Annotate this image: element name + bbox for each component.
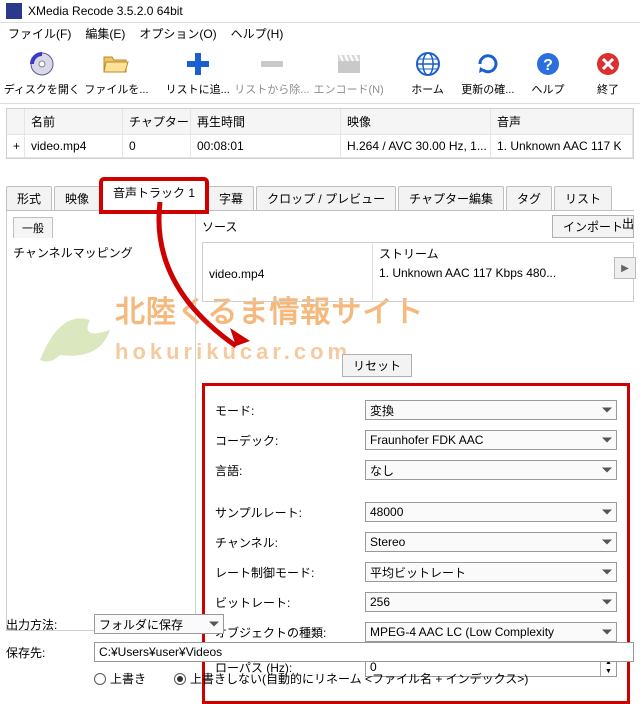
language-select[interactable]: なし [365, 460, 617, 480]
tab-audio-track-1[interactable]: 音声トラック 1 [102, 180, 206, 211]
clapper-icon [335, 50, 363, 78]
file-grid: 名前 チャプター 再生時間 映像 音声 + video.mp4 0 00:08:… [6, 108, 634, 159]
ratecontrol-select[interactable]: 平均ビットレート [365, 562, 617, 582]
tabs: 形式 映像 音声トラック 1 字幕 クロップ / プレビュー チャプター編集 タ… [6, 179, 634, 211]
stream-header: ストリーム [379, 245, 627, 262]
tool-remove-list[interactable]: リストから除... [232, 48, 311, 99]
output-method-label: 出力方法: [6, 616, 86, 633]
plus-icon [184, 50, 212, 78]
radio-icon [94, 673, 106, 685]
col-audio[interactable]: 音声 [491, 109, 633, 135]
bitrate-label: ビットレート: [215, 594, 365, 611]
expand-toggle[interactable]: + [7, 135, 25, 158]
tab-subtitles[interactable]: 字幕 [208, 186, 254, 210]
menu-edit[interactable]: 編集(E) [85, 25, 125, 42]
language-label: 言語: [215, 462, 365, 479]
output-label-trunc: 出 [622, 215, 634, 232]
tab-video[interactable]: 映像 [54, 186, 100, 210]
menu-options[interactable]: オプション(O) [139, 25, 216, 42]
tab-tags[interactable]: タグ [506, 186, 552, 210]
source-label: ソース [202, 218, 242, 235]
globe-icon [414, 50, 442, 78]
channel-label: チャンネル: [215, 534, 365, 551]
no-overwrite-radio[interactable]: 上書きしない(自動的にリネーム <ファイル名 + インデックス>) [174, 670, 528, 687]
tab-format[interactable]: 形式 [6, 186, 52, 210]
file-row[interactable]: + video.mp4 0 00:08:01 H.264 / AVC 30.00… [7, 135, 633, 158]
menu-file[interactable]: ファイル(F) [8, 25, 71, 42]
samplerate-label: サンプルレート: [215, 504, 365, 521]
tool-open-disc[interactable]: ディスクを開く [2, 48, 82, 99]
tool-open-file[interactable]: ファイルを... [82, 48, 152, 99]
toolbar: ディスクを開く ファイルを... リストに追... リストから除... エンコー… [0, 44, 640, 104]
play-icon: ▶ [621, 263, 629, 274]
menubar: ファイル(F) 編集(E) オプション(O) ヘルプ(H) [0, 23, 640, 44]
mode-label: モード: [215, 402, 365, 419]
next-stream-button[interactable]: ▶ [614, 257, 636, 279]
col-video[interactable]: 映像 [341, 109, 491, 135]
ratecontrol-label: レート制御モード: [215, 564, 365, 581]
tool-encode[interactable]: エンコード(N) [311, 48, 386, 99]
col-chapter[interactable]: チャプター [123, 109, 191, 135]
tab-list[interactable]: リスト [554, 186, 612, 210]
codec-label: コーデック: [215, 432, 365, 449]
subtab-general[interactable]: 一般 [13, 217, 53, 238]
minus-icon [258, 50, 286, 78]
output-area: 出力方法: フォルダに保存 保存先: C:¥Users¥user¥Videos … [6, 614, 634, 695]
tool-add-list[interactable]: リストに追... [163, 48, 233, 99]
output-method-select[interactable]: フォルダに保存 [94, 614, 224, 634]
reset-button[interactable]: リセット [342, 354, 412, 377]
tab-chapter-edit[interactable]: チャプター編集 [398, 186, 504, 210]
help-icon: ? [534, 50, 562, 78]
svg-text:?: ? [543, 57, 553, 74]
codec-select[interactable]: Fraunhofer FDK AAC [365, 430, 617, 450]
source-file: video.mp4 [203, 243, 373, 301]
left-channel-mapping[interactable]: チャンネルマッピング [13, 244, 189, 261]
mode-select[interactable]: 変換 [365, 400, 617, 420]
folder-open-icon [102, 50, 130, 78]
channel-select[interactable]: Stereo [365, 532, 617, 552]
radio-icon [174, 673, 186, 685]
disc-icon [28, 50, 56, 78]
overwrite-radio[interactable]: 上書き [94, 670, 146, 687]
tab-crop[interactable]: クロップ / プレビュー [256, 186, 396, 210]
window-title: XMedia Recode 3.5.2.0 64bit [28, 4, 183, 18]
stream-item[interactable]: 1. Unknown AAC 117 Kbps 480... [379, 266, 627, 280]
menu-help[interactable]: ヘルプ(H) [231, 25, 284, 42]
save-dest-input[interactable]: C:¥Users¥user¥Videos [94, 642, 634, 662]
refresh-icon [474, 50, 502, 78]
col-name[interactable]: 名前 [25, 109, 123, 135]
samplerate-select[interactable]: 48000 [365, 502, 617, 522]
tool-exit[interactable]: 終了 [578, 48, 638, 99]
bitrate-select[interactable]: 256 [365, 592, 617, 612]
tool-home[interactable]: ホーム [398, 48, 458, 99]
app-icon [6, 3, 22, 19]
source-list[interactable]: video.mp4 ストリーム 1. Unknown AAC 117 Kbps … [202, 242, 634, 302]
left-panel: 一般 チャンネルマッピング [6, 211, 196, 631]
tool-check-update[interactable]: 更新の確... [458, 48, 518, 99]
exit-icon [594, 50, 622, 78]
tool-help[interactable]: ? ヘルプ [518, 48, 578, 99]
col-duration[interactable]: 再生時間 [191, 109, 341, 135]
save-dest-label: 保存先: [6, 644, 86, 661]
